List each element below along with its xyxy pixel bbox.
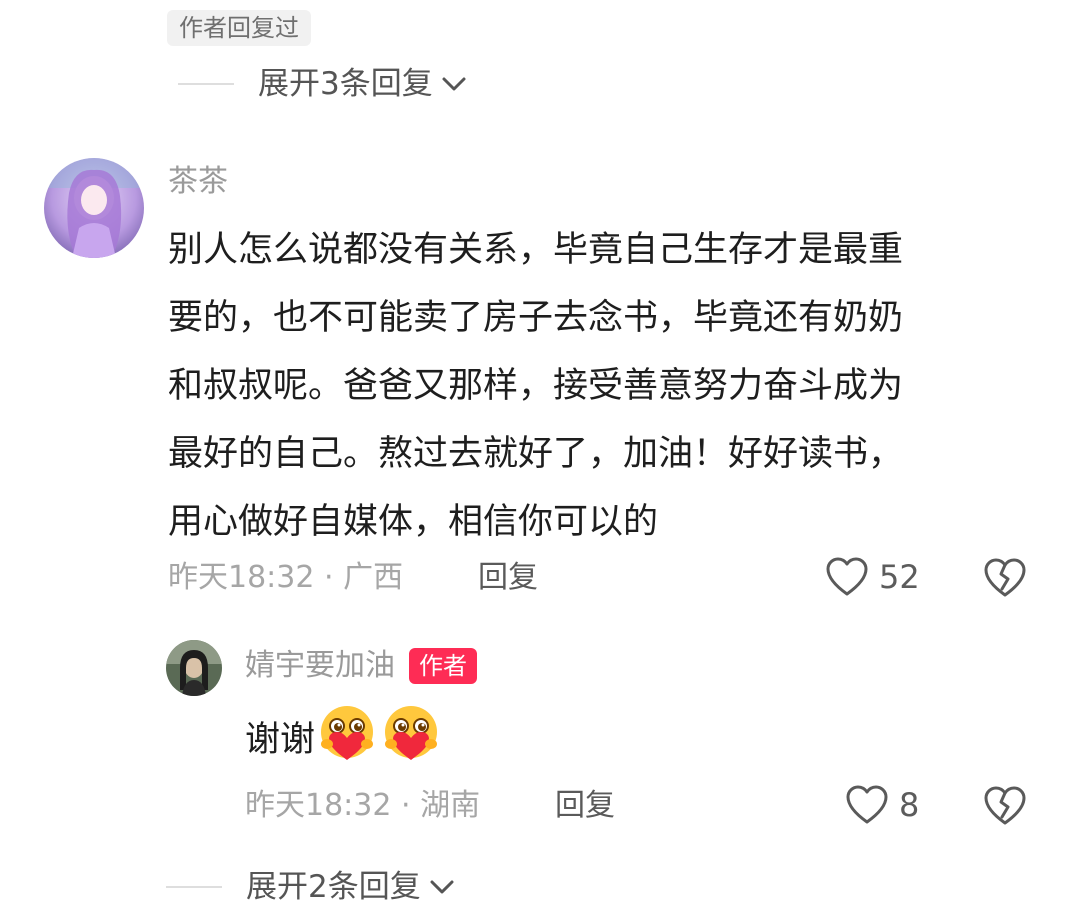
comment-line: 和叔叔呢。爸爸又那样，接受善意努力奋斗成为 bbox=[168, 366, 904, 406]
comment-line: 用心做好自媒体，相信你可以的 bbox=[168, 502, 659, 542]
heart-icon bbox=[845, 784, 889, 826]
author-badge: 作者 bbox=[409, 648, 477, 684]
avatar[interactable] bbox=[44, 158, 144, 258]
comment-body: 别人怎么说都没有关系，毕竟自己生存才是最重 要的，也不可能卖了房子去念书，毕竟还… bbox=[168, 216, 1048, 556]
chevron-down-icon bbox=[439, 69, 469, 99]
expand-replies-label: 展开3条回复 bbox=[258, 66, 433, 102]
divider-line bbox=[166, 886, 222, 888]
like-count: 52 bbox=[879, 558, 920, 596]
reply-like-button[interactable]: 8 bbox=[845, 784, 919, 826]
comment-username[interactable]: 茶茶 bbox=[168, 162, 228, 202]
expand-replies-button[interactable]: 展开3条回复 bbox=[178, 64, 469, 104]
comment-line: 别人怎么说都没有关系，毕竟自己生存才是最重 bbox=[168, 230, 904, 270]
reply-body: 谢谢 bbox=[245, 704, 443, 768]
reply-avatar[interactable] bbox=[166, 640, 222, 696]
comment-meta: 昨天18:32 · 广西 bbox=[168, 560, 404, 595]
reply-text: 谢谢 bbox=[245, 719, 316, 760]
reply-header: 婧宇要加油 作者 bbox=[245, 646, 477, 686]
like-button[interactable]: 52 bbox=[825, 556, 920, 598]
hug-emoji-icon bbox=[379, 702, 443, 770]
divider-line bbox=[178, 83, 234, 85]
author-replied-chip: 作者回复过 bbox=[167, 10, 311, 46]
reply-button[interactable]: 回复 bbox=[478, 558, 538, 598]
broken-heart-icon[interactable] bbox=[983, 785, 1027, 827]
expand-replies-label: 展开2条回复 bbox=[246, 869, 421, 905]
chevron-down-icon bbox=[427, 872, 457, 902]
reply-meta: 昨天18:32 · 湖南 bbox=[245, 788, 481, 823]
hug-emoji-icon bbox=[315, 702, 379, 770]
comment-line: 要的，也不可能卖了房子去念书，毕竟还有奶奶 bbox=[168, 298, 904, 338]
heart-icon bbox=[825, 556, 869, 598]
reply-username[interactable]: 婧宇要加油 bbox=[245, 646, 395, 686]
reply-like-count: 8 bbox=[899, 786, 920, 824]
expand-replies-button[interactable]: 展开2条回复 bbox=[166, 867, 457, 907]
broken-heart-icon[interactable] bbox=[983, 557, 1027, 599]
reply-reply-button[interactable]: 回复 bbox=[555, 786, 615, 826]
comment-line: 最好的自己。熬过去就好了，加油！好好读书， bbox=[168, 434, 904, 474]
